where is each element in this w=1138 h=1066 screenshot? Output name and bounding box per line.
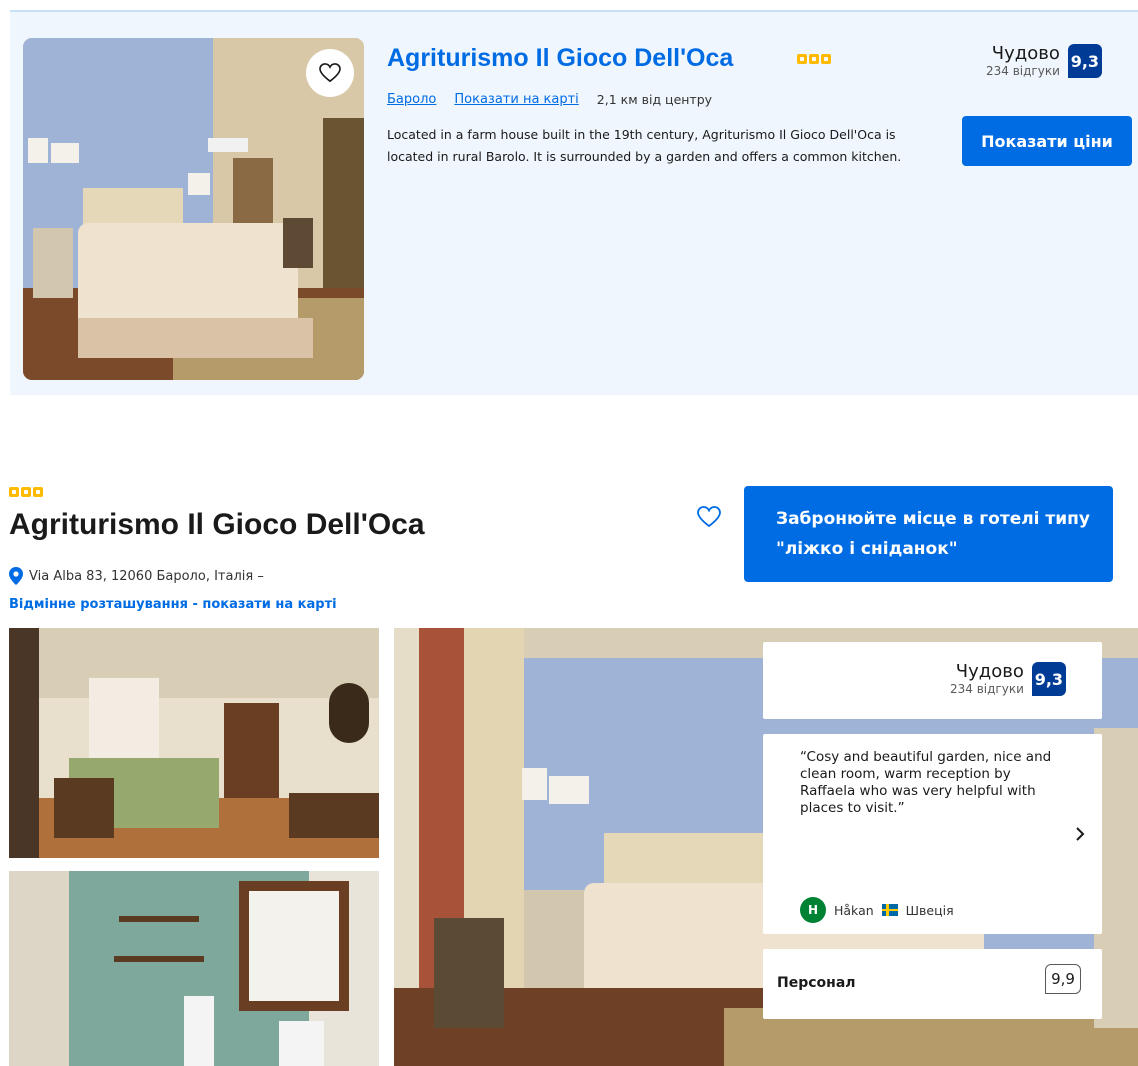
property-links: Бароло Показати на карті 2,1 км від цент…	[387, 92, 712, 107]
book-button[interactable]: Забронюйте місце в готелі типу "ліжко і …	[744, 486, 1113, 582]
heart-icon	[319, 63, 341, 83]
review-score[interactable]: Чудово 234 відгуки 9,3	[986, 44, 1102, 78]
address: Via Alba 83, 12060 Бароло, Італія –	[9, 567, 264, 585]
star-icon	[33, 487, 43, 497]
star-icon	[21, 487, 31, 497]
favorite-button[interactable]	[697, 506, 721, 532]
show-on-map-link[interactable]: Показати на карті	[454, 92, 578, 107]
score-badge: 9,3	[1031, 662, 1066, 696]
show-prices-button[interactable]: Показати ціни	[962, 116, 1132, 166]
reviewer: H Håkan Швеція	[800, 897, 954, 923]
staff-label: Персонал	[777, 975, 856, 991]
rating-word: Чудово	[955, 661, 1024, 682]
gallery-photo[interactable]	[9, 871, 379, 1066]
heart-icon	[697, 506, 721, 528]
chevron-right-icon	[1076, 827, 1085, 841]
staff-score-badge: 9,9	[1045, 964, 1081, 994]
reviewer-name: Håkan	[834, 902, 874, 918]
reviewer-country: Швеція	[905, 902, 954, 918]
score-badge: 9,3	[1067, 44, 1102, 78]
location-map-link[interactable]: Відмінне розташування - показати на карт…	[9, 597, 337, 612]
review-score[interactable]: Чудово 234 відгуки 9,3	[950, 662, 1066, 696]
star-icon	[809, 54, 819, 64]
page-title: Agriturismo Il Gioco Dell'Oca	[9, 508, 425, 541]
property-description: Located in a farm house built in the 19t…	[387, 127, 902, 164]
star-icon	[797, 54, 807, 64]
property-title-link[interactable]: Agriturismo Il Gioco Dell'Oca	[387, 44, 733, 73]
star-icon	[821, 54, 831, 64]
star-icon	[9, 487, 19, 497]
favorite-button[interactable]	[306, 49, 354, 97]
review-quote: “Cosy and beautiful garden, nice and cle…	[800, 749, 1052, 816]
distance-from-center: 2,1 км від центру	[596, 92, 713, 107]
sweden-flag-icon	[881, 904, 898, 916]
avatar: H	[800, 897, 826, 923]
city-link[interactable]: Бароло	[387, 92, 436, 107]
address-text: Via Alba 83, 12060 Бароло, Італія –	[29, 568, 264, 584]
map-pin-icon	[9, 567, 23, 585]
review-count: 234 відгуки	[986, 64, 1060, 78]
rating-word: Чудово	[991, 43, 1060, 64]
review-count: 234 відгуки	[950, 682, 1024, 696]
next-review-button[interactable]	[1075, 826, 1085, 846]
star-rating	[9, 487, 43, 497]
gallery-photo[interactable]	[9, 628, 379, 858]
star-rating	[797, 54, 831, 64]
